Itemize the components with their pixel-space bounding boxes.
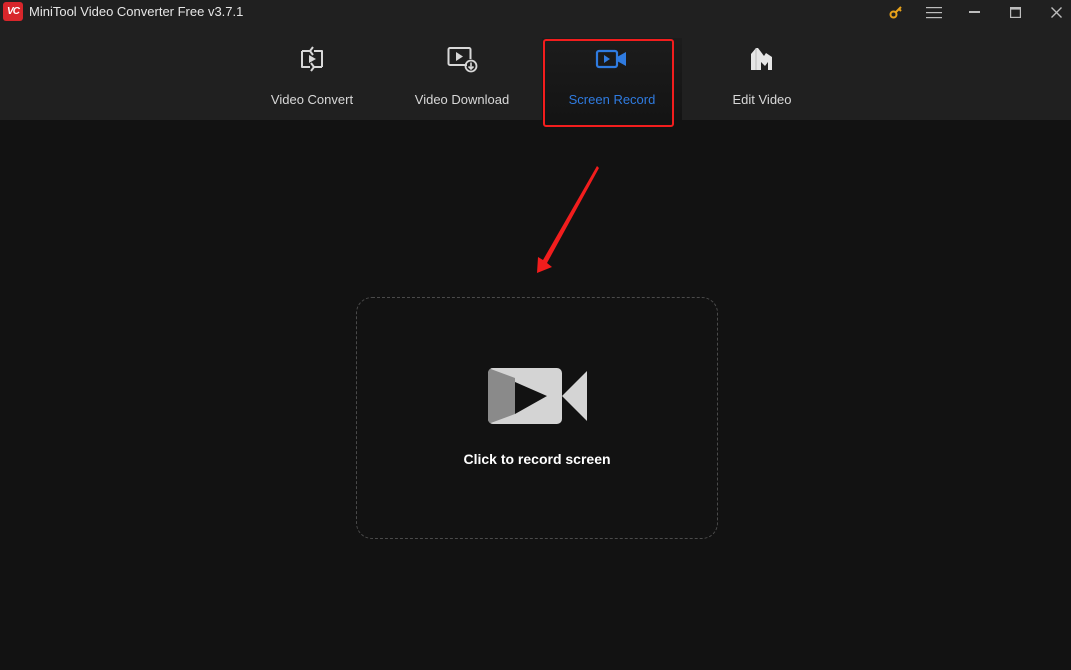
edit-video-icon bbox=[745, 44, 779, 74]
tab-video-download[interactable]: Video Download bbox=[392, 38, 532, 120]
title-bar: VC MiniTool Video Converter Free v3.7.1 bbox=[0, 0, 1071, 24]
app-logo-text: VC bbox=[7, 6, 20, 17]
tab-label: Video Convert bbox=[270, 92, 354, 107]
tab-screen-record[interactable]: Screen Record bbox=[542, 38, 682, 120]
video-convert-icon bbox=[295, 44, 329, 74]
app-logo: VC bbox=[3, 2, 23, 21]
tab-label: Screen Record bbox=[568, 92, 656, 107]
app-window: VC MiniTool Video Converter Free v3.7.1 bbox=[0, 0, 1071, 670]
record-screen-label: Click to record screen bbox=[463, 451, 611, 467]
tab-video-convert[interactable]: Video Convert bbox=[242, 38, 382, 120]
tab-edit-video[interactable]: Edit Video bbox=[692, 38, 832, 120]
close-button[interactable] bbox=[1036, 0, 1071, 24]
header: VC MiniTool Video Converter Free v3.7.1 bbox=[0, 0, 1071, 127]
annotation-arrow bbox=[537, 166, 599, 273]
maximize-button[interactable] bbox=[995, 0, 1035, 24]
key-icon bbox=[889, 6, 902, 19]
minimize-icon bbox=[968, 11, 980, 13]
tab-label: Edit Video bbox=[732, 92, 792, 107]
minimize-button[interactable] bbox=[954, 0, 994, 24]
video-camera-icon bbox=[488, 368, 587, 424]
close-icon bbox=[1050, 6, 1062, 18]
video-download-icon bbox=[445, 44, 479, 74]
record-screen-area[interactable]: Click to record screen bbox=[356, 297, 718, 539]
menu-button[interactable] bbox=[914, 0, 954, 24]
maximize-icon bbox=[1009, 6, 1021, 18]
screen-record-icon bbox=[595, 44, 629, 74]
menu-icon bbox=[926, 6, 942, 18]
app-title: MiniTool Video Converter Free v3.7.1 bbox=[29, 4, 244, 19]
register-button[interactable] bbox=[876, 0, 916, 24]
tab-label: Video Download bbox=[414, 92, 510, 107]
